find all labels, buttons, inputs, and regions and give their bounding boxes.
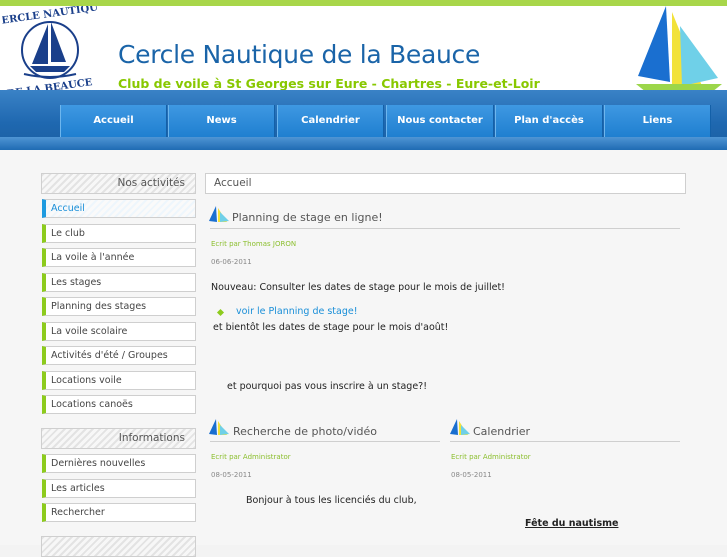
sidebar-item-accueil[interactable]: Accueil [42, 199, 196, 218]
article-paragraph: Nouveau: Consulter les dates de stage po… [211, 282, 505, 293]
site-header: CERCLE NAUTIQUE DE LA BEAUCE Cercle Naut… [0, 6, 727, 94]
sidebar-item-rechercher[interactable]: Rechercher [42, 503, 196, 522]
article-date: 08-05-2011 [211, 471, 252, 479]
nav-nous-contacter[interactable]: Nous contacter [386, 105, 494, 137]
nav-accueil[interactable]: Accueil [60, 105, 167, 137]
article-sail-icon [209, 206, 229, 222]
site-title: Cercle Nautique de la Beauce [118, 40, 481, 69]
nav-calendrier[interactable]: Calendrier [277, 105, 384, 137]
site-subtitle: Club de voile à St Georges sur Eure - Ch… [118, 76, 540, 91]
article-paragraph: Bonjour à tous les licenciés du club, [246, 495, 417, 506]
article-heading-fete: Fête du nautisme [525, 518, 619, 529]
nav-band-strip [0, 137, 727, 150]
article-title-divider [210, 441, 440, 442]
article-author: Ecrit par Thomas JORON [211, 240, 297, 248]
article-sail-icon [209, 419, 229, 435]
article-title-calendrier[interactable]: Calendrier [473, 425, 530, 438]
sidebar-item-voile-scolaire[interactable]: La voile scolaire [42, 322, 196, 341]
article-title-divider [450, 441, 680, 442]
article-paragraph-2: et bientôt les dates de stage pour le mo… [213, 322, 449, 333]
breadcrumb: Accueil [205, 173, 686, 194]
sidebar-item-dernieres-nouvelles[interactable]: Dernières nouvelles [42, 454, 196, 473]
article-paragraph-3: et pourquoi pas vous inscrire à un stage… [227, 381, 428, 392]
planning-link[interactable]: voir le Planning de stage! [236, 306, 358, 317]
sidebar-item-les-stages[interactable]: Les stages [42, 273, 196, 292]
sidebar-item-les-articles[interactable]: Les articles [42, 479, 196, 498]
club-logo[interactable]: CERCLE NAUTIQUE DE LA BEAUCE [2, 6, 98, 94]
article-date: 08-05-2011 [451, 471, 492, 479]
next-section-heading [41, 536, 196, 557]
article-title[interactable]: Planning de stage en ligne! [232, 211, 383, 224]
sail-icon [636, 6, 722, 92]
article-sail-icon [450, 419, 470, 435]
article-date: 06-06-2011 [211, 258, 252, 266]
informations-heading: Informations [41, 428, 196, 449]
sidebar-item-locations-voile[interactable]: Locations voile [42, 371, 196, 390]
article-author: Ecrit par Administrator [211, 453, 291, 461]
nav-plan-acces[interactable]: Plan d'accès [495, 105, 603, 137]
nav-news[interactable]: News [168, 105, 275, 137]
sidebar-item-locations-canoes[interactable]: Locations canoës [42, 395, 196, 414]
nav-liens[interactable]: Liens [604, 105, 711, 137]
sidebar-item-planning-stages[interactable]: Planning des stages [42, 297, 196, 316]
sidebar-item-le-club[interactable]: Le club [42, 224, 196, 243]
sidebar-item-voile-annee[interactable]: La voile à l'année [42, 248, 196, 267]
article-author: Ecrit par Administrator [451, 453, 531, 461]
activities-heading: Nos activités [41, 173, 196, 194]
article-title-photo[interactable]: Recherche de photo/vidéo [233, 425, 377, 438]
article-title-divider [210, 228, 680, 229]
sidebar-item-activites-ete[interactable]: Activités d'été / Groupes [42, 346, 196, 365]
